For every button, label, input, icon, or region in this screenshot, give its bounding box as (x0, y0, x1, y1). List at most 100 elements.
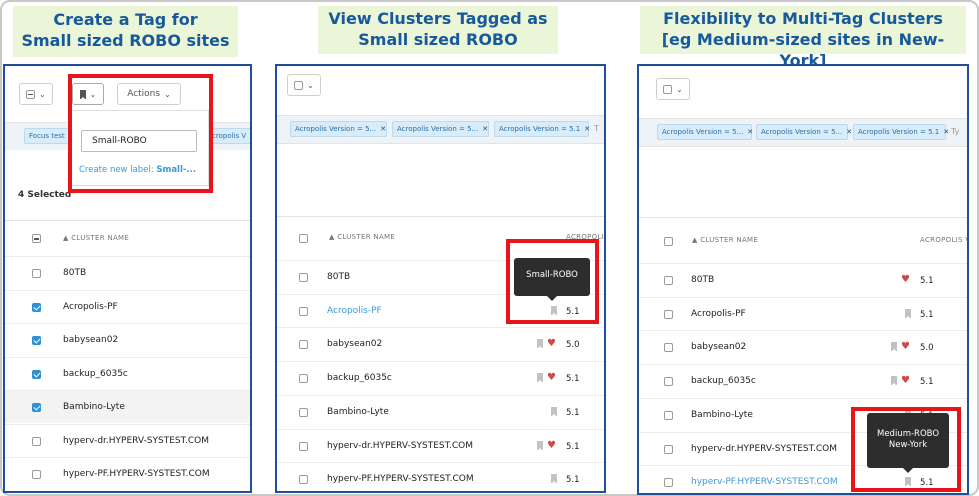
filter-chip[interactable]: Acropolis Version = 5... ✕ (290, 121, 387, 137)
select-all-dropdown[interactable]: ⌄ (656, 78, 690, 100)
row-checkbox[interactable] (32, 403, 41, 412)
table-row[interactable]: backup_6035c ♥ 5.1 (639, 364, 967, 397)
select-all-dropdown[interactable]: ⌄ (287, 74, 321, 96)
row-checkbox[interactable] (32, 336, 41, 345)
row-checkbox[interactable] (32, 369, 41, 379)
filter-chip[interactable]: Acropolis Version = 5.1 ✕ (494, 121, 590, 137)
filter-chip[interactable]: Acropolis Version = 5.1 ✕ (853, 124, 949, 140)
bookmark-icon[interactable] (551, 474, 557, 485)
cluster-name[interactable]: hyperv-PF.HYPERV-SYSTEST.COM (327, 474, 474, 484)
caption-right-line1: Flexibility to Multi-Tag Clusters (663, 9, 943, 28)
close-icon[interactable]: ✕ (747, 128, 753, 136)
cluster-name[interactable]: Acropolis-PF (63, 302, 118, 312)
row-checkbox[interactable] (664, 410, 673, 420)
cluster-name[interactable]: backup_6035c (691, 376, 756, 386)
table-row[interactable]: Acropolis-PF (5, 289, 250, 323)
row-checkbox[interactable] (664, 343, 673, 353)
cluster-name[interactable]: backup_6035c (327, 373, 392, 383)
table-row[interactable]: hyperv-PF.HYPERV-SYSTEST.COM 5.1 (277, 462, 604, 491)
caption-left-line2: Small sized ROBO sites (21, 31, 230, 50)
table-row[interactable]: hyperv-dr.HYPERV-SYSTEST.COM ♥ 5.1 (277, 428, 604, 462)
close-icon[interactable]: ✕ (482, 125, 488, 133)
row-checkbox[interactable] (299, 273, 308, 282)
row-checkbox[interactable] (664, 309, 673, 319)
bookmark-icon[interactable] (551, 406, 557, 417)
bookmark-icon[interactable] (537, 339, 543, 350)
bookmark-icon[interactable] (905, 308, 911, 319)
bookmark-icon[interactable] (891, 376, 897, 387)
cluster-name[interactable]: Bambino-Lyte (691, 410, 753, 420)
filter-input[interactable]: Ty (951, 127, 959, 136)
filter-chip[interactable]: Focus test (24, 128, 72, 144)
row-checkbox[interactable] (664, 478, 673, 488)
right-panel: ⌄ Acropolis Version = 5... ✕ Acropolis Ve… (637, 64, 969, 495)
table-row[interactable]: hyperv-dr.HYPERV-SYSTEST.COM (5, 423, 250, 457)
row-checkbox[interactable] (299, 407, 308, 417)
cluster-name[interactable]: 80TB (691, 275, 714, 285)
table-row[interactable]: babysean02 ♥ 5.0 (639, 330, 967, 363)
cluster-name[interactable]: hyperv-dr.HYPERV-SYSTEST.COM (63, 436, 209, 446)
header-checkbox[interactable] (299, 234, 308, 243)
table-row[interactable]: babysean02 (5, 323, 250, 356)
row-checkbox[interactable] (32, 436, 41, 446)
bookmark-icon[interactable] (891, 342, 897, 353)
cluster-name[interactable]: 80TB (327, 272, 350, 282)
close-icon[interactable]: ✕ (380, 125, 386, 133)
caption-middle-line2: Small sized ROBO (358, 30, 518, 49)
version-value: 5.1 (920, 377, 934, 388)
filter-chip[interactable]: cropolis V (207, 128, 250, 144)
row-checkbox[interactable] (32, 269, 41, 278)
close-icon[interactable]: ✕ (943, 128, 949, 136)
column-header-cluster-name[interactable]: ▲ CLUSTER NAME (329, 233, 395, 241)
health-heart-icon: ♥ (547, 439, 556, 451)
chevron-down-icon: ⌄ (307, 80, 314, 90)
table-row[interactable]: Bambino-Lyte (5, 390, 250, 423)
row-checkbox[interactable] (664, 377, 673, 387)
table-row[interactable]: 80TB (5, 256, 250, 289)
close-icon[interactable]: ✕ (584, 125, 590, 133)
cluster-name[interactable]: backup_6035c (63, 369, 128, 379)
row-checkbox[interactable] (299, 441, 308, 451)
table-row[interactable]: backup_6035c ♥ 5.1 (277, 361, 604, 394)
table-row[interactable]: babysean02 ♥ 5.0 (277, 327, 604, 360)
header-checkbox[interactable] (664, 237, 673, 246)
close-icon[interactable]: ✕ (846, 128, 852, 136)
filter-chip[interactable]: Acropolis Version = 5... ✕ (657, 124, 753, 140)
table-row[interactable]: 80TB ♥ 5.1 (639, 263, 967, 296)
row-checkbox[interactable] (299, 374, 308, 384)
cluster-name[interactable]: babysean02 (327, 339, 382, 349)
cluster-name[interactable]: Acropolis-PF (327, 306, 382, 316)
filter-input[interactable]: T (594, 124, 599, 133)
cluster-name[interactable]: Acropolis-PF (691, 309, 746, 319)
table-row[interactable]: Bambino-Lyte 5.1 (277, 394, 604, 428)
cluster-name[interactable]: hyperv-PF.HYPERV-SYSTEST.COM (691, 477, 838, 487)
row-checkbox[interactable] (664, 276, 673, 285)
bookmark-icon[interactable] (537, 373, 543, 384)
cluster-name[interactable]: hyperv-PF.HYPERV-SYSTEST.COM (63, 469, 210, 479)
column-header-cluster-name[interactable]: ▲ CLUSTER NAME (63, 234, 129, 242)
column-header-version[interactable]: ACROPOLIS V (920, 236, 967, 244)
row-checkbox[interactable] (32, 470, 41, 479)
version-value: 5.1 (920, 309, 934, 320)
cluster-name[interactable]: hyperv-dr.HYPERV-SYSTEST.COM (327, 441, 473, 451)
bookmark-icon[interactable] (537, 440, 543, 451)
cluster-name[interactable]: babysean02 (691, 342, 746, 352)
row-checkbox[interactable] (32, 302, 41, 312)
cluster-name[interactable]: babysean02 (63, 335, 118, 345)
row-checkbox[interactable] (664, 444, 673, 454)
cluster-name[interactable]: Bambino-Lyte (327, 407, 389, 417)
cluster-name[interactable]: Bambino-Lyte (63, 402, 125, 412)
cluster-name[interactable]: 80TB (63, 268, 86, 278)
row-checkbox[interactable] (299, 306, 308, 316)
table-row[interactable]: Acropolis-PF 5.1 (639, 296, 967, 330)
filter-chip[interactable]: Acropolis Version = 5... ✕ (756, 124, 852, 140)
filter-chip[interactable]: Acropolis Version = 5... ✕ (392, 121, 489, 137)
header-checkbox[interactable] (32, 234, 41, 243)
table-row[interactable]: backup_6035c (5, 356, 250, 390)
cluster-name[interactable]: hyperv-dr.HYPERV-SYSTEST.COM (691, 444, 837, 454)
table-row[interactable]: hyperv-PF.HYPERV-SYSTEST.COM (5, 457, 250, 490)
column-header-cluster-name[interactable]: ▲ CLUSTER NAME (692, 236, 758, 244)
row-checkbox[interactable] (299, 475, 308, 485)
select-all-dropdown[interactable]: ⌄ (19, 83, 53, 105)
row-checkbox[interactable] (299, 340, 308, 350)
